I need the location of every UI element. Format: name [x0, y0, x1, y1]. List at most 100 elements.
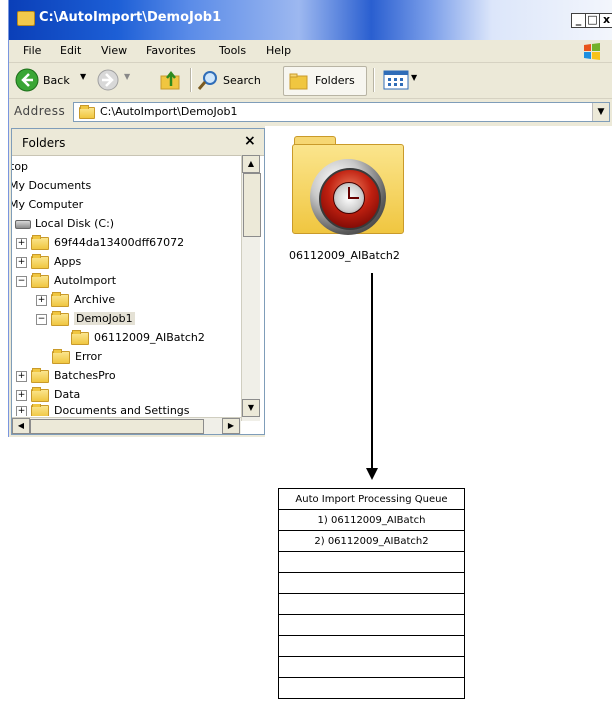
tree-item-label: DemoJob1: [74, 312, 135, 325]
folder-icon: [31, 386, 49, 402]
tree-item[interactable]: Error: [52, 348, 102, 366]
dial-hand: [349, 197, 359, 199]
tree-item[interactable]: My Documents: [11, 177, 92, 195]
folder-icon: [52, 348, 70, 364]
tree-item-label: Documents and Settings: [54, 404, 190, 416]
menu-edit[interactable]: Edit: [60, 44, 81, 57]
search-icon[interactable]: [197, 69, 219, 91]
scroll-thumb[interactable]: [243, 173, 261, 237]
queue-cell: [278, 614, 465, 636]
back-dropdown-icon[interactable]: ▼: [80, 72, 86, 81]
batch-folder-item[interactable]: [292, 134, 404, 235]
menu-tools[interactable]: Tools: [219, 44, 246, 57]
queue-cell: [278, 572, 465, 594]
scroll-thumb[interactable]: [30, 419, 204, 434]
vertical-scrollbar[interactable]: ▲ ▼: [241, 155, 261, 421]
menu-favorites[interactable]: Favorites: [146, 44, 196, 57]
minimize-button[interactable]: _: [571, 13, 586, 28]
forward-dropdown-icon[interactable]: ▼: [124, 72, 130, 81]
folders-button[interactable]: Folders: [283, 66, 367, 96]
tree-item[interactable]: Local Disk (C:): [15, 215, 114, 233]
tree-item[interactable]: + Apps: [16, 253, 81, 271]
expand-icon[interactable]: +: [16, 237, 27, 249]
explorer-window: C:\AutoImport\DemoJob1 _ □ x File Edit V…: [8, 0, 612, 437]
tree-item-label: My Computer: [11, 198, 84, 211]
close-button[interactable]: x: [599, 13, 612, 28]
tree-item-label: Apps: [54, 255, 82, 268]
address-field[interactable]: C:\AutoImport\DemoJob1 ▼: [73, 102, 610, 122]
menu-file[interactable]: File: [23, 44, 41, 57]
views-dropdown-icon[interactable]: ▼: [411, 73, 417, 82]
processing-queue-table: Auto Import Processing Queue 1) 06112009…: [278, 488, 465, 699]
queue-cell: 2) 06112009_AIBatch2: [278, 530, 465, 552]
address-dropdown-icon[interactable]: ▼: [592, 103, 609, 121]
back-arrow-icon[interactable]: [15, 68, 39, 92]
scroll-up-icon[interactable]: ▲: [242, 155, 260, 173]
scroll-down-icon[interactable]: ▼: [242, 399, 260, 417]
tree-item[interactable]: top: [12, 158, 28, 176]
table-row: 2) 06112009_AIBatch2: [278, 530, 465, 552]
address-bar: Address C:\AutoImport\DemoJob1 ▼: [9, 99, 612, 125]
close-icon[interactable]: ×: [244, 133, 256, 149]
tree-item[interactable]: + Documents and Settings: [16, 404, 190, 416]
arrow-line: [371, 273, 373, 470]
window-title: C:\AutoImport\DemoJob1: [39, 10, 222, 25]
batch-folder-label[interactable]: 06112009_AIBatch2: [289, 249, 400, 262]
dial-ring: [319, 168, 381, 230]
scroll-left-icon[interactable]: ◀: [12, 418, 30, 434]
tree-item[interactable]: − AutoImport: [16, 272, 116, 290]
tree-item-label: Archive: [74, 293, 116, 306]
toolbar-separator: [190, 68, 192, 92]
table-row: [278, 656, 465, 678]
folder-icon: [31, 253, 49, 269]
tree-item-label: AutoImport: [54, 274, 117, 287]
tree-item[interactable]: +69f44da13400dff67072: [16, 234, 184, 252]
expand-icon[interactable]: +: [36, 294, 47, 306]
scroll-right-icon[interactable]: ▶: [222, 418, 240, 434]
folder-icon: [31, 272, 49, 288]
maximize-button[interactable]: □: [585, 13, 600, 28]
expand-icon[interactable]: +: [16, 389, 27, 401]
tree-item[interactable]: 06112009_AIBatch2: [71, 329, 205, 347]
folder-icon: [292, 144, 404, 235]
menu-view[interactable]: View: [101, 44, 127, 57]
arrow-head-icon: [366, 468, 378, 480]
folder-icon: [31, 404, 49, 416]
horizontal-scrollbar[interactable]: ◀ ▶: [12, 417, 241, 434]
collapse-icon[interactable]: −: [36, 313, 47, 325]
tree-item-selected[interactable]: − DemoJob1: [36, 310, 135, 328]
search-button[interactable]: Search: [223, 74, 261, 87]
table-row: 1) 06112009_AIBatch: [278, 509, 465, 531]
table-row: [278, 614, 465, 636]
collapse-icon[interactable]: −: [16, 275, 27, 287]
folder-icon: [51, 291, 69, 307]
tree-item-label: Error: [75, 350, 102, 363]
forward-arrow-icon[interactable]: [97, 69, 119, 91]
toolbar-separator: [373, 68, 375, 92]
title-bar[interactable]: C:\AutoImport\DemoJob1 _ □ x: [9, 0, 612, 40]
expand-icon[interactable]: +: [16, 370, 27, 382]
back-button[interactable]: Back: [43, 74, 70, 87]
menu-help[interactable]: Help: [266, 44, 291, 57]
queue-header: Auto Import Processing Queue: [278, 488, 465, 510]
folder-up-icon[interactable]: [159, 68, 183, 92]
tree-item[interactable]: My Computer: [11, 196, 84, 214]
tree-item[interactable]: + BatchesPro: [16, 367, 116, 385]
table-row: [278, 593, 465, 615]
tree-item[interactable]: + Archive: [36, 291, 115, 309]
queue-cell: [278, 656, 465, 678]
views-icon[interactable]: [383, 70, 409, 90]
tree-item-label: 69f44da13400dff67072: [54, 236, 185, 249]
folder-icon: [31, 367, 49, 383]
tree-item[interactable]: + Data: [16, 386, 80, 404]
expand-icon[interactable]: +: [16, 256, 27, 268]
clock-dial-icon: [310, 159, 386, 235]
expand-icon[interactable]: +: [16, 405, 27, 416]
queue-cell: [278, 551, 465, 573]
menu-bar: File Edit View Favorites Tools Help: [9, 40, 612, 63]
windows-logo-icon: [584, 43, 600, 60]
tree-item-label: My Documents: [11, 179, 92, 192]
folders-pane-title: Folders: [22, 136, 66, 150]
queue-cell: [278, 677, 465, 699]
folders-pane-header: Folders ×: [12, 129, 264, 156]
